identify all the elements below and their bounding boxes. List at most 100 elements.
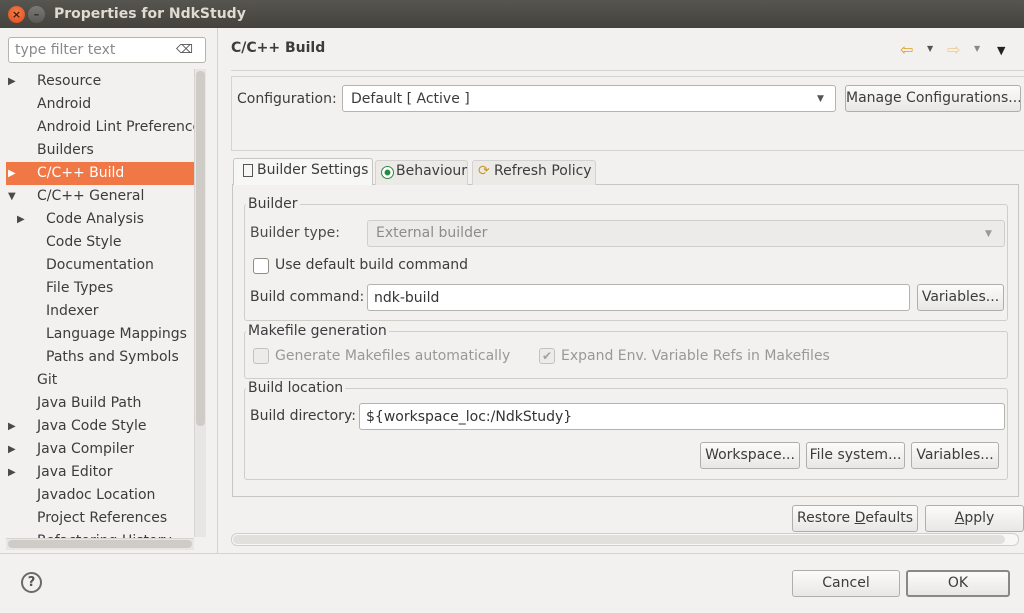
tree-item-code-analysis[interactable]: ▶ Code Analysis xyxy=(6,208,194,231)
tree-horizontal-scroll-thumb[interactable] xyxy=(8,540,192,548)
filter-input[interactable] xyxy=(15,41,175,59)
tree-item-java-code-style[interactable]: ▶ Java Code Style xyxy=(6,415,194,438)
restore-defaults-label-start: Restore xyxy=(796,510,855,526)
tree-item-label: Indexer xyxy=(46,303,99,319)
tree-item-code-style[interactable]: Code Style xyxy=(6,231,194,254)
back-history-dropdown-icon[interactable]: ▼ xyxy=(927,44,933,53)
tree-item-builders[interactable]: Builders xyxy=(6,139,194,162)
clear-filter-icon[interactable]: ⌫ xyxy=(176,42,193,56)
use-default-build-command-label[interactable]: Use default build command xyxy=(275,257,468,273)
tree-vertical-scroll-thumb[interactable] xyxy=(196,71,205,426)
expand-right-icon[interactable]: ▶ xyxy=(17,208,25,231)
page-horizontal-scroll-thumb[interactable] xyxy=(233,535,1005,544)
expand-right-icon[interactable]: ▶ xyxy=(8,461,16,484)
tree-item-label: Builders xyxy=(37,142,94,158)
build-command-field[interactable] xyxy=(367,284,910,311)
tree-item-label: Java Build Path xyxy=(37,395,142,411)
minimize-window-button[interactable]: – xyxy=(28,6,45,23)
tree-item-git[interactable]: Git xyxy=(6,369,194,392)
tree-item-documentation[interactable]: Documentation xyxy=(6,254,194,277)
tree-item-label: Resource xyxy=(37,73,102,89)
back-arrow-icon[interactable]: ⇦ xyxy=(900,40,913,59)
tree-item-label: C/C++ Build xyxy=(37,165,125,181)
expand-env-refs-label: Expand Env. Variable Refs in Makefiles xyxy=(561,348,830,364)
makefile-generation-title: Makefile generation xyxy=(246,323,389,339)
tree-item-file-types[interactable]: File Types xyxy=(6,277,194,300)
tree-item-label: Java Editor xyxy=(37,464,113,480)
filter-box: ⌫ xyxy=(8,37,206,63)
tree-item-java-build-path[interactable]: Java Build Path xyxy=(6,392,194,415)
tab-refresh-policy-label: Refresh Policy xyxy=(494,163,592,179)
manage-configurations-button[interactable]: Manage Configurations... xyxy=(845,85,1021,112)
apply-mnemonic: A xyxy=(954,510,965,526)
refresh-icon: ⟳ xyxy=(478,163,490,179)
forward-arrow-icon[interactable]: ⇨ xyxy=(947,40,960,59)
close-window-button[interactable]: × xyxy=(8,6,25,23)
expand-down-icon[interactable]: ▼ xyxy=(8,185,16,208)
configuration-label: Configuration: xyxy=(237,91,337,107)
apply-button[interactable]: Apply xyxy=(925,505,1024,532)
chevron-down-icon: ▼ xyxy=(985,229,992,239)
restore-defaults-button[interactable]: Restore Defaults xyxy=(792,505,918,532)
generate-makefiles-label: Generate Makefiles automatically xyxy=(275,348,511,364)
tree-item-c-c-general[interactable]: ▼ C/C++ General xyxy=(6,185,194,208)
help-icon[interactable]: ? xyxy=(21,572,42,593)
tree-item-project-references[interactable]: Project References xyxy=(6,507,194,530)
tree-item-label: Paths and Symbols xyxy=(46,349,179,365)
tree-item-paths-and-symbols[interactable]: Paths and Symbols xyxy=(6,346,194,369)
tree-item-label: Git xyxy=(37,372,58,388)
configuration-value: Default [ Active ] xyxy=(351,91,470,107)
build-directory-label: Build directory: xyxy=(250,408,356,424)
tree-item-label: Javadoc Location xyxy=(37,487,156,503)
build-location-title: Build location xyxy=(246,380,346,396)
tree-item-android-lint-preferences[interactable]: Android Lint Preferences xyxy=(6,116,194,139)
tab-behaviour-label: Behaviour xyxy=(396,163,468,179)
restore-defaults-mnemonic: D xyxy=(854,510,866,526)
tree-item-label: Java Compiler xyxy=(37,441,135,457)
tree-item-label: Android xyxy=(37,96,92,112)
forward-history-dropdown-icon[interactable]: ▼ xyxy=(974,44,980,53)
tree-item-label: Documentation xyxy=(46,257,154,273)
page-title: C/C++ Build xyxy=(231,40,326,56)
build-directory-field[interactable] xyxy=(359,403,1005,430)
tree-item-label: C/C++ General xyxy=(37,188,145,204)
property-tree: ▶ Resource Android Android Lint Preferences… xyxy=(0,69,196,539)
workspace-button[interactable]: Workspace... xyxy=(700,442,800,469)
footer-separator xyxy=(0,553,1024,554)
builder-type-label: Builder type: xyxy=(250,225,340,241)
tree-item-resource[interactable]: ▶ Resource xyxy=(6,70,194,93)
tree-item-language-mappings[interactable]: Language Mappings xyxy=(6,323,194,346)
build-command-label: Build command: xyxy=(250,289,365,305)
tree-item-label: Language Mappings xyxy=(46,326,187,342)
tree-item-c-c-build[interactable]: ▶ C/C++ Build xyxy=(6,162,194,185)
pane-divider[interactable] xyxy=(217,28,218,553)
tree-item-label: Project References xyxy=(37,510,168,526)
tree-item-java-editor[interactable]: ▶ Java Editor xyxy=(6,461,194,484)
tree-item-label: Android Lint Preferences xyxy=(37,119,194,135)
builder-variables-button[interactable]: Variables... xyxy=(917,284,1004,311)
cancel-button[interactable]: Cancel xyxy=(792,570,900,597)
chevron-down-icon[interactable]: ▼ xyxy=(817,94,824,104)
use-default-build-command-checkbox[interactable] xyxy=(253,258,269,274)
tree-item-java-compiler[interactable]: ▶ Java Compiler xyxy=(6,438,194,461)
tree-item-javadoc-location[interactable]: Javadoc Location xyxy=(6,484,194,507)
tree-item-label: Java Code Style xyxy=(37,418,147,434)
ok-button[interactable]: OK xyxy=(906,570,1010,597)
expand-right-icon[interactable]: ▶ xyxy=(8,162,16,185)
expand-right-icon[interactable]: ▶ xyxy=(8,438,16,461)
view-menu-icon[interactable]: ▼ xyxy=(997,44,1005,57)
file-system-button[interactable]: File system... xyxy=(806,442,905,469)
document-icon xyxy=(243,164,253,177)
window-title: Properties for NdkStudy xyxy=(54,6,246,22)
expand-right-icon[interactable]: ▶ xyxy=(8,70,16,93)
tree-item-label: Code Style xyxy=(46,234,122,250)
generate-makefiles-checkbox xyxy=(253,348,269,364)
tree-item-label: Code Analysis xyxy=(46,211,144,227)
tree-item-android[interactable]: Android xyxy=(6,93,194,116)
tree-item-label: File Types xyxy=(46,280,114,296)
expand-right-icon[interactable]: ▶ xyxy=(8,415,16,438)
header-separator xyxy=(231,70,1024,71)
tree-item-indexer[interactable]: Indexer xyxy=(6,300,194,323)
location-variables-button[interactable]: Variables... xyxy=(911,442,999,469)
expand-env-refs-checkbox: ✔ xyxy=(539,348,555,364)
